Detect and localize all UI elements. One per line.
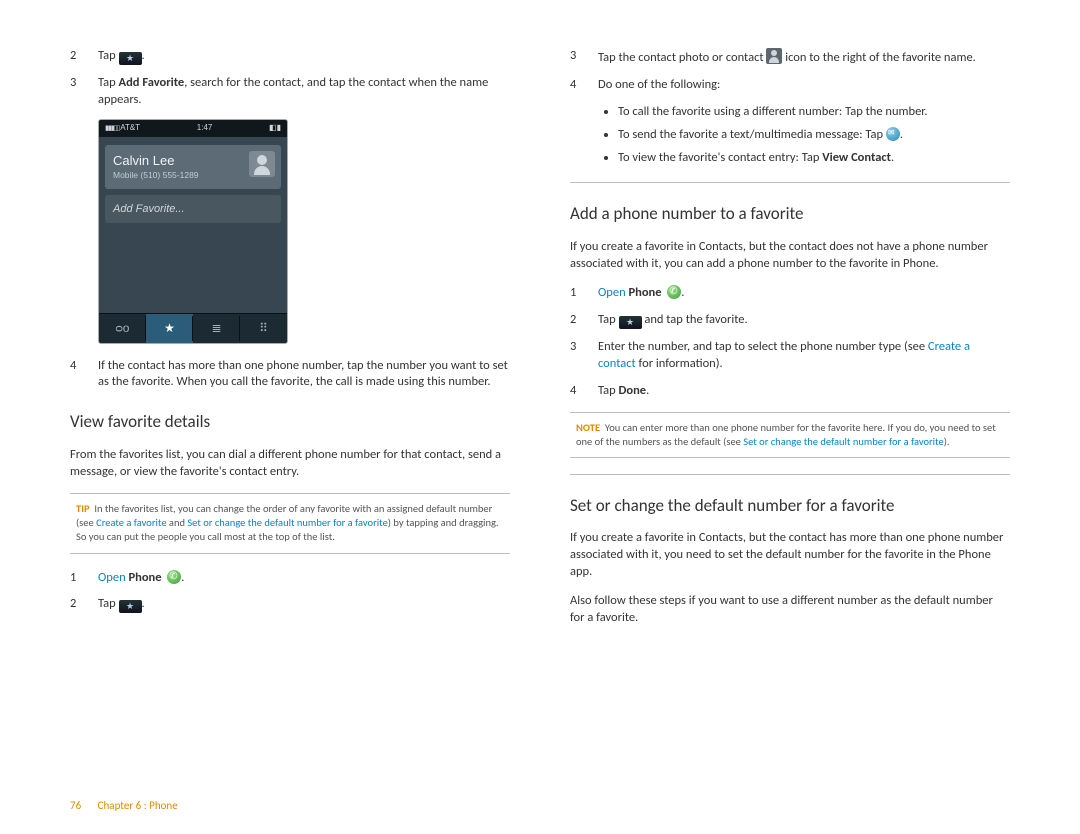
r-step-4: 4 Do one of the following: bbox=[570, 77, 1010, 94]
link-open[interactable]: Open bbox=[598, 285, 626, 300]
star-icon bbox=[119, 600, 142, 613]
add-step-3: 3 Enter the number, and tap to select th… bbox=[570, 339, 1010, 373]
heading-set-default: Set or change the default number for a f… bbox=[570, 495, 1010, 518]
left-column: 2 Tap . 3 Tap Add Favorite, search for t… bbox=[70, 48, 510, 788]
heading-view-favorite: View favorite details bbox=[70, 411, 510, 434]
phone-icon bbox=[167, 570, 181, 584]
tip-callout: TIP In the favorites list, you can chang… bbox=[70, 493, 510, 554]
view-intro: From the favorites list, you can dial a … bbox=[70, 447, 510, 481]
heading-add-number: Add a phone number to a favorite bbox=[570, 203, 1010, 226]
tab-voicemail: ᴑo bbox=[99, 314, 146, 342]
link-set-default[interactable]: Set or change the default number for a f… bbox=[187, 516, 387, 529]
set-p2: Also follow these steps if you want to u… bbox=[570, 593, 1010, 627]
tab-favorites: ★ bbox=[146, 314, 193, 342]
star-icon bbox=[119, 52, 142, 65]
add-step-1: 1 Open Phone . bbox=[570, 285, 1010, 302]
add-step-2: 2 Tap and tap the favorite. bbox=[570, 312, 1010, 329]
add-step-4: 4 Tap Done. bbox=[570, 383, 1010, 400]
divider bbox=[570, 182, 1010, 183]
contact-icon bbox=[766, 48, 782, 64]
phone-screenshot: AT&T 1:47 Calvin Lee Mobile (510) 555-12… bbox=[98, 119, 288, 344]
step-4: 4 If the contact has more than one phone… bbox=[70, 358, 510, 392]
phone-icon bbox=[667, 285, 681, 299]
add-intro: If you create a favorite in Contacts, bu… bbox=[570, 239, 1010, 273]
note-callout: NOTE You can enter more than one phone n… bbox=[570, 412, 1010, 458]
r-step-3: 3 Tap the contact photo or contact icon … bbox=[570, 48, 1010, 67]
step-2: 2 Tap . bbox=[70, 48, 510, 65]
avatar-icon bbox=[249, 151, 275, 177]
set-p1: If you create a favorite in Contacts, bu… bbox=[570, 530, 1010, 581]
view-step-1: 1 Open Phone . bbox=[70, 570, 510, 587]
contact-card: Calvin Lee Mobile (510) 555-1289 bbox=[105, 145, 281, 189]
tab-dialpad: ⠿ bbox=[240, 314, 287, 342]
tab-list: ≣ bbox=[193, 314, 240, 342]
right-column: 3 Tap the contact photo or contact icon … bbox=[570, 48, 1010, 788]
star-icon bbox=[619, 316, 642, 329]
step-3: 3 Tap Add Favorite, search for the conta… bbox=[70, 75, 510, 109]
options-list: To call the favorite using a different n… bbox=[598, 104, 1010, 167]
view-step-2: 2 Tap . bbox=[70, 596, 510, 613]
sms-icon bbox=[886, 127, 900, 141]
page-footer: 76 Chapter 6 : Phone bbox=[70, 799, 178, 812]
link-open[interactable]: Open bbox=[98, 570, 126, 585]
link-set-default[interactable]: Set or change the default number for a f… bbox=[743, 435, 943, 448]
bottom-tabs: ᴑo ★ ≣ ⠿ bbox=[99, 313, 287, 342]
divider bbox=[570, 474, 1010, 475]
status-bar: AT&T 1:47 bbox=[99, 120, 287, 137]
add-favorite-row: Add Favorite... bbox=[105, 195, 281, 224]
link-create-favorite[interactable]: Create a favorite bbox=[96, 516, 166, 529]
